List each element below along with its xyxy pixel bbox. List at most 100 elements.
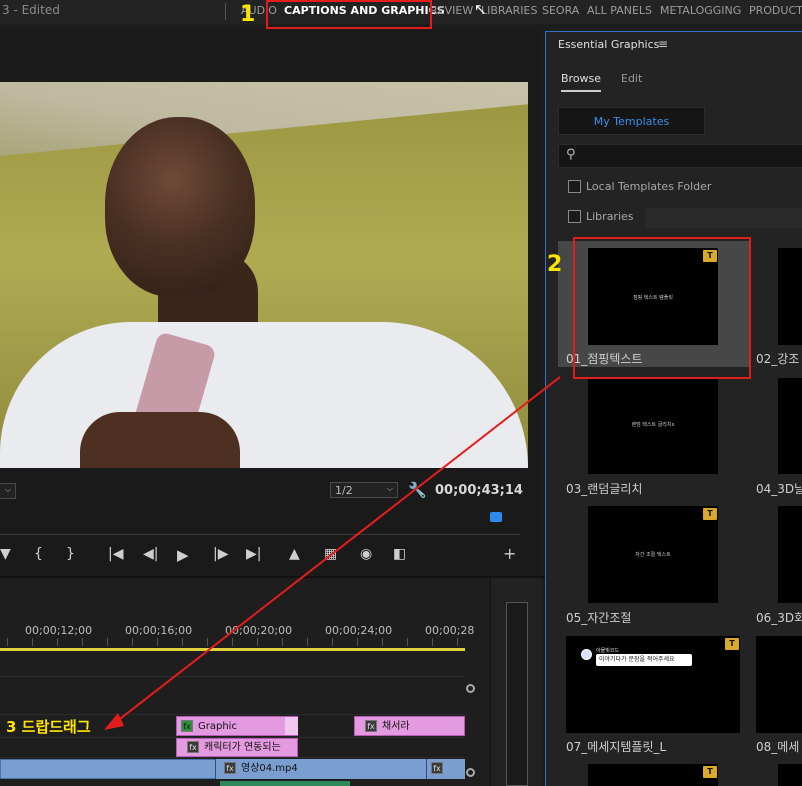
play-icon[interactable]: ▶ [177, 546, 189, 564]
fx-icon: fx [181, 720, 193, 732]
video-clip-04[interactable]: fx 영상04.mp4 [215, 759, 426, 779]
monitor-playhead-handle[interactable] [490, 512, 502, 522]
wrench-settings-icon[interactable]: 🔧 [408, 481, 427, 499]
template-thumbnail-05[interactable]: 자간 조절 텍스트 T [588, 506, 718, 603]
mark-in-icon[interactable]: { [34, 546, 43, 562]
timeline-scroll-handle[interactable] [466, 768, 475, 777]
video-person-hand [80, 412, 240, 468]
workspace-all-panels[interactable]: ALL PANELS [587, 4, 652, 17]
my-templates-button[interactable]: My Templates [558, 107, 705, 135]
character-text-clip[interactable]: fx 캐릭터가 연동되는 [176, 738, 298, 757]
template-name-04: 04_3D날 [756, 482, 802, 496]
time-label: 00;00;28 [425, 624, 475, 637]
add-button-icon[interactable]: + [503, 544, 516, 563]
libraries-dropdown[interactable] [645, 208, 802, 228]
track-divider [0, 714, 465, 715]
avatar [581, 649, 592, 660]
highlight-box-step2 [573, 237, 751, 379]
tab-edit[interactable]: Edit [621, 72, 642, 85]
template-thumbnail-10[interactable] [778, 764, 802, 786]
time-label: 00;00;24;00 [325, 624, 393, 637]
step-back-icon[interactable]: ◀| [143, 546, 158, 562]
step2-label: 2 [547, 252, 563, 277]
chat-sender-name: 아물빛코드 [596, 648, 620, 654]
template-thumbnail-04[interactable] [778, 378, 802, 474]
video-frame[interactable] [0, 82, 528, 468]
chevron-down-icon: ⌵ [386, 484, 393, 493]
template-name-05: 05_자간조절 [566, 611, 632, 625]
chevron-down-icon: ⌵ [4, 485, 11, 494]
libraries-label: Libraries [586, 210, 634, 223]
time-label: 00;00;12;00 [25, 624, 93, 637]
clip-selection-edge [285, 717, 298, 735]
track-divider [0, 676, 465, 677]
step-forward-icon[interactable]: |▶ [213, 546, 228, 562]
timeline-ruler-ticks[interactable] [7, 638, 465, 646]
template-thumbnail-09[interactable]: T [588, 764, 718, 786]
template-name-07: 07_메세지템플릿_L [566, 740, 667, 754]
panel-menu-icon[interactable]: ≡ [658, 37, 668, 51]
mouse-cursor-icon: ↖ [474, 0, 487, 18]
tab-browse[interactable]: Browse [561, 72, 602, 92]
timeline-scroll-handle[interactable] [466, 684, 475, 693]
audio-meter [506, 602, 528, 786]
search-input[interactable] [558, 144, 802, 168]
marker-icon[interactable]: ▼ [0, 546, 11, 562]
local-templates-checkbox[interactable] [568, 180, 581, 193]
template-thumbnail-02[interactable] [778, 248, 802, 345]
fx-icon: fx [431, 762, 443, 774]
video-person-head [105, 117, 255, 297]
extract-icon[interactable]: ▦ [324, 546, 337, 562]
monitor-time-ruler[interactable] [0, 507, 520, 535]
libraries-checkbox[interactable] [568, 210, 581, 223]
highlight-box-step1 [266, 0, 432, 29]
step3-label: 3 드랍드래그 [6, 718, 91, 736]
work-area-bar[interactable] [0, 648, 465, 651]
playback-resolution-dropdown[interactable]: 1/2 ⌵ [330, 482, 398, 498]
title-badge-icon: T [703, 508, 717, 520]
time-label: 00;00;16;00 [125, 624, 193, 637]
time-label: 00;00;20;00 [225, 624, 293, 637]
lift-icon[interactable]: ▲ [289, 546, 300, 562]
template-thumbnail-07[interactable]: 아물빛코드 이야기다가 문장을 적어주세요 T [566, 636, 740, 733]
template-name-03: 03_랜덤글리치 [566, 482, 643, 496]
go-to-in-icon[interactable]: |◀ [108, 546, 123, 562]
workspace-review[interactable]: REVIEW [430, 4, 473, 17]
chat-bubble: 이야기다가 문장을 적어주세요 [596, 654, 692, 666]
title-badge-icon: T [725, 638, 739, 650]
export-frame-icon[interactable]: ◉ [360, 546, 372, 562]
workspace-libraries[interactable]: LIBRARIES [481, 4, 537, 17]
template-name-06: 06_3D회 [756, 611, 802, 625]
fx-icon: fx [224, 762, 236, 774]
title-badge-icon: T [703, 766, 717, 778]
fx-icon: fx [187, 741, 199, 753]
workspace-divider [225, 3, 226, 20]
template-preview-text: 자간 조절 텍스트 [635, 552, 671, 558]
track-divider [0, 757, 465, 758]
fx-icon: fx [365, 720, 377, 732]
template-preview-text: 랜덤 텍스트 글리치x [631, 422, 675, 428]
template-name-02: 02_강조 [756, 352, 800, 366]
template-name-08: 08_메세 [756, 740, 800, 754]
zoom-level-dropdown[interactable]: ⌵ [0, 483, 16, 499]
video-clip-next[interactable]: fx [426, 759, 465, 779]
graphic-clip[interactable]: fx Graphic [176, 716, 298, 736]
project-title: 3 - Edited [2, 3, 60, 17]
template-thumbnail-06[interactable] [778, 506, 802, 603]
local-templates-label: Local Templates Folder [586, 180, 712, 193]
search-icon: ⚲ [566, 147, 576, 162]
workspace-seora[interactable]: SEORA [542, 4, 579, 17]
template-thumbnail-08[interactable] [756, 636, 802, 733]
mark-out-icon[interactable]: } [66, 546, 75, 562]
workspace-production[interactable]: PRODUCTI [749, 4, 802, 17]
step1-label: 1 [240, 2, 256, 27]
audio-clip[interactable] [220, 781, 350, 786]
compare-icon[interactable]: ◧ [393, 546, 406, 562]
template-thumbnail-03[interactable]: 랜덤 텍스트 글리치x [588, 378, 718, 474]
video-person-shirt [0, 322, 528, 468]
playhead-timecode[interactable]: 00;00;43;14 [435, 483, 523, 498]
go-to-out-icon[interactable]: ▶| [246, 546, 261, 562]
chaeseora-clip[interactable]: fx 채서라 [354, 716, 465, 736]
workspace-metalogging[interactable]: METALOGGING [660, 4, 741, 17]
panel-title: Essential Graphics [558, 38, 660, 51]
